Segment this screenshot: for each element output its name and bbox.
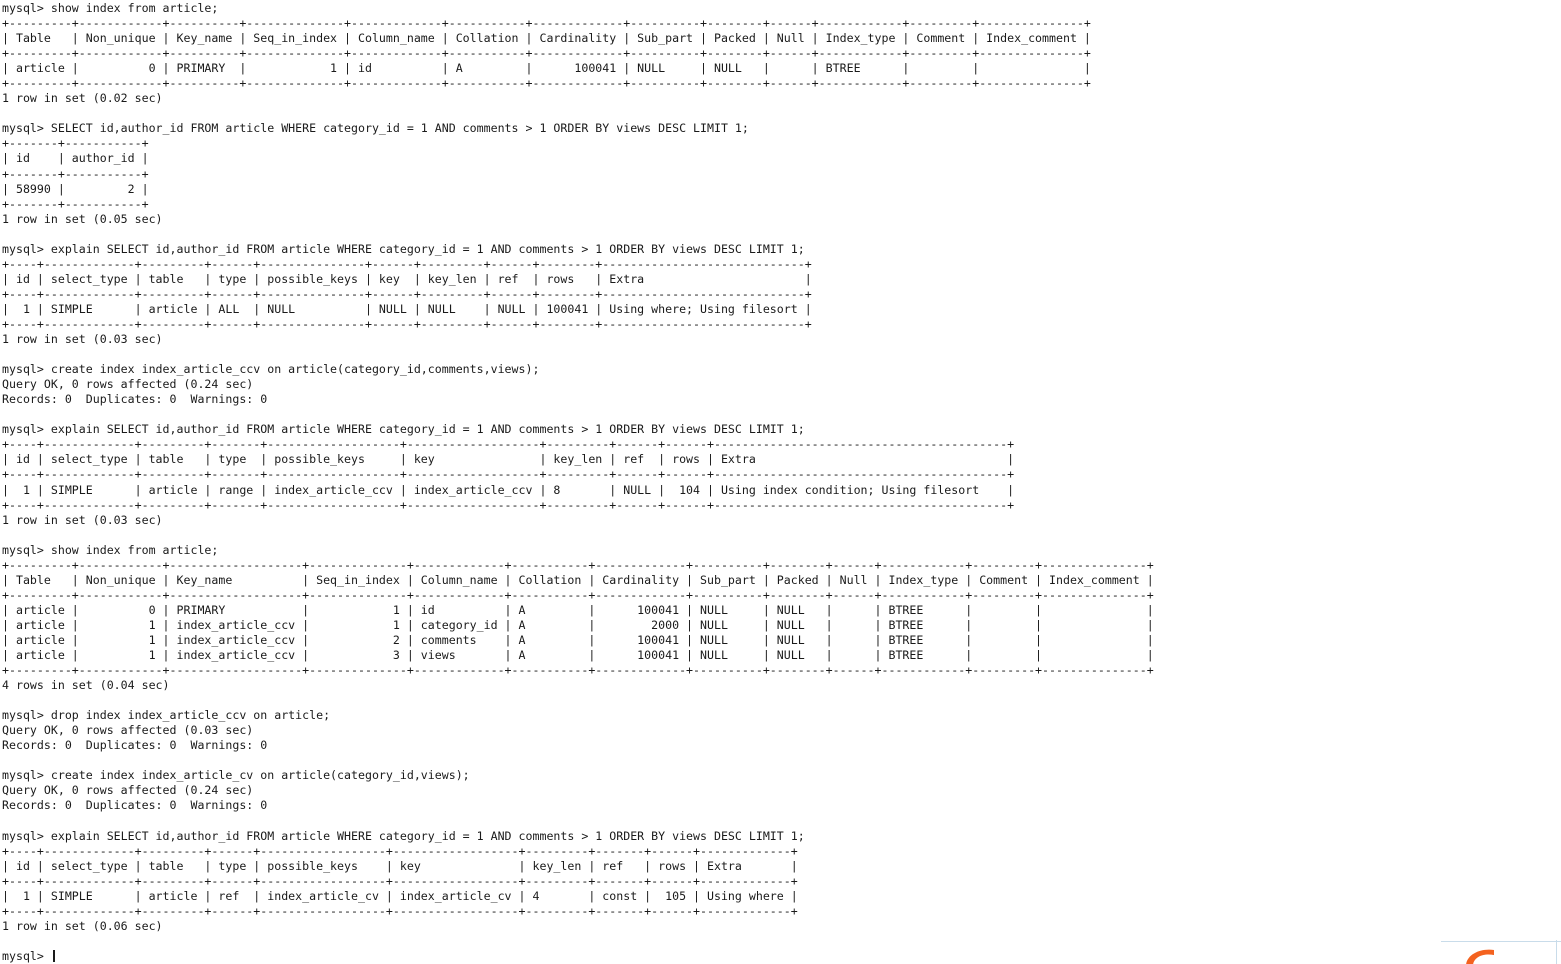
table-row: | article | 1 | index_article_ccv | 1 | … <box>2 617 1154 632</box>
command-line: mysql> create index index_article_ccv on… <box>2 362 540 377</box>
status-line: 1 row in set (0.03 sec) <box>2 332 163 347</box>
table-row: | article | 0 | PRIMARY | 1 | id | A | 1… <box>2 61 1091 76</box>
terminal-output[interactable]: mysql> show index from article; +--------… <box>0 0 1561 964</box>
table-border: +-------+-----------+ <box>2 196 149 211</box>
table-row: | 58990 | 2 | <box>2 181 149 196</box>
table-row: | id | select_type | table | type | poss… <box>2 452 1015 467</box>
table-row: | id | select_type | table | type | poss… <box>2 858 798 873</box>
table-row: | article | 1 | index_article_ccv | 3 | … <box>2 648 1154 663</box>
table-row: | Table | Non_unique | Key_name | Seq_in… <box>2 572 1154 587</box>
table-border: +----+-------------+---------+-------+--… <box>2 437 1015 452</box>
panel-edge-horizontal <box>1441 941 1561 942</box>
status-line: 1 row in set (0.02 sec) <box>2 91 163 106</box>
command-line: mysql> SELECT id,author_id FROM article … <box>2 121 749 136</box>
command-line: mysql> create index index_article_cv on … <box>2 768 470 783</box>
status-line: Records: 0 Duplicates: 0 Warnings: 0 <box>2 392 268 407</box>
status-line: 1 row in set (0.03 sec) <box>2 512 163 527</box>
command-line: mysql> explain SELECT id,author_id FROM … <box>2 422 805 437</box>
table-row: | article | 1 | index_article_ccv | 2 | … <box>2 632 1154 647</box>
table-row: | article | 0 | PRIMARY | 1 | id | A | 1… <box>2 602 1154 617</box>
command-line: mysql> explain SELECT id,author_id FROM … <box>2 241 805 256</box>
prompt-line-active: mysql> <box>2 949 1561 964</box>
table-row: | 1 | SIMPLE | article | ref | index_art… <box>2 888 798 903</box>
table-row: | Table | Non_unique | Key_name | Seq_in… <box>2 31 1091 46</box>
command-line: mysql> drop index index_article_ccv on a… <box>2 708 331 723</box>
table-row: | 1 | SIMPLE | article | range | index_a… <box>2 482 1015 497</box>
table-border: +----+-------------+---------+------+---… <box>2 286 812 301</box>
table-border: +---------+------------+----------+-----… <box>2 16 1091 31</box>
table-border: +---------+------------+----------+-----… <box>2 46 1091 61</box>
command-line: mysql> explain SELECT id,author_id FROM … <box>2 828 805 843</box>
table-border: +-------+-----------+ <box>2 136 149 151</box>
table-row: | id | author_id | <box>2 151 149 166</box>
command-line: mysql> show index from article; <box>2 542 219 557</box>
status-line: Query OK, 0 rows affected (0.24 sec) <box>2 783 254 798</box>
command-line: mysql> show index from article; <box>2 1 219 15</box>
table-border: +----+-------------+---------+------+---… <box>2 873 798 888</box>
table-border: +-------+-----------+ <box>2 166 149 181</box>
table-border: +----+-------------+---------+------+---… <box>2 843 798 858</box>
table-border: +---------+------------+----------------… <box>2 663 1154 678</box>
status-line: 1 row in set (0.05 sec) <box>2 211 163 226</box>
panel-edge-vertical <box>1556 940 1557 964</box>
table-row: | 1 | SIMPLE | article | ALL | NULL | NU… <box>2 301 812 316</box>
table-border: +---------+------------+----------------… <box>2 587 1154 602</box>
table-border: +---------+------------+----------+-----… <box>2 76 1091 91</box>
status-line: Records: 0 Duplicates: 0 Warnings: 0 <box>2 798 268 813</box>
table-border: +---------+------------+----------------… <box>2 557 1154 572</box>
status-line: 1 row in set (0.06 sec) <box>2 918 163 933</box>
status-line: Query OK, 0 rows affected (0.03 sec) <box>2 723 254 738</box>
table-row: | id | select_type | table | type | poss… <box>2 271 812 286</box>
status-line: Records: 0 Duplicates: 0 Warnings: 0 <box>2 738 268 753</box>
table-border: +----+-------------+---------+-------+--… <box>2 467 1015 482</box>
table-border: +----+-------------+---------+------+---… <box>2 256 812 271</box>
table-border: +----+-------------+---------+------+---… <box>2 316 812 331</box>
text-cursor <box>52 949 55 962</box>
status-line: 4 rows in set (0.04 sec) <box>2 678 170 693</box>
status-line: Query OK, 0 rows affected (0.24 sec) <box>2 377 254 392</box>
table-border: +----+-------------+---------+------+---… <box>2 903 798 918</box>
table-border: +----+-------------+---------+-------+--… <box>2 497 1015 512</box>
